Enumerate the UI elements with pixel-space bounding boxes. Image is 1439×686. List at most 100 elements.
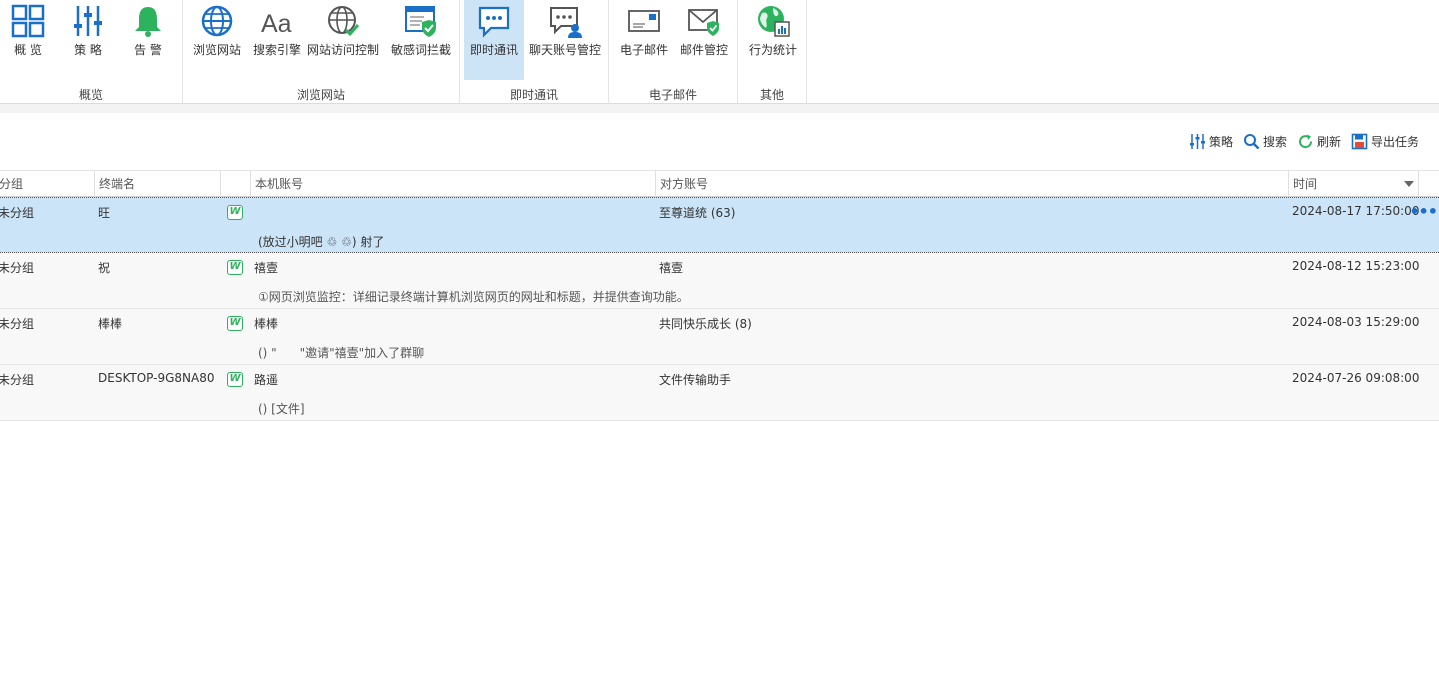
- ribbon-group-label: 浏览网站: [296, 88, 345, 102]
- behavior-statistics-label: 行为统计: [748, 43, 797, 57]
- toolbar-policy-label: 策略: [1208, 134, 1233, 149]
- alert-label: 告 警: [134, 43, 162, 57]
- globe-icon: [201, 5, 233, 37]
- toolbar-search-button[interactable]: 搜索: [1243, 130, 1287, 152]
- ribbon-group-im: 即时通讯 聊天账号管控 即时通讯: [460, 0, 609, 104]
- browse-websites-label: 浏览网站: [192, 43, 241, 57]
- policy-label: 策 略: [74, 43, 102, 57]
- toolbar-policy-button[interactable]: 策略: [1189, 130, 1233, 152]
- row-peer-account: 文件传输助手: [659, 373, 732, 387]
- row-time: 2024-08-12 15:23:00: [1292, 259, 1420, 273]
- chat-bubble-icon: [478, 6, 510, 38]
- table-row[interactable]: 未分组 祝 W 禧壹 禧壹 2024-08-12 15:23:00 ①网页浏览监…: [0, 253, 1439, 309]
- browser-shield-icon: [405, 6, 436, 37]
- policy-button[interactable]: 策 略: [66, 0, 110, 80]
- chat-account-control-button[interactable]: 聊天账号管控: [529, 0, 601, 80]
- svg-text:Aa: Aa: [261, 10, 292, 38]
- refresh-icon: [1298, 134, 1312, 148]
- wechat-work-icon: W: [227, 316, 243, 331]
- row-message: (放过小明吧 ♲ ♲) 射了: [258, 235, 385, 249]
- toolbar-refresh-button[interactable]: 刷新: [1297, 130, 1341, 152]
- alert-button[interactable]: 告 警: [126, 0, 170, 80]
- grid-icon: [11, 4, 45, 38]
- row-terminal: 旺: [98, 206, 111, 220]
- ribbon-group-label: 概览: [78, 88, 103, 102]
- row-peer-account: 禧壹: [659, 261, 684, 275]
- row-peer-account: 至尊道统 (63): [659, 206, 736, 220]
- row-time: 2024-07-26 09:08:00: [1292, 371, 1420, 385]
- ribbon-group-overview: 概 览 策 略 告 警 概览: [0, 0, 183, 104]
- column-header-group[interactable]: 分组: [0, 171, 94, 197]
- row-local-account: 棒棒: [254, 317, 279, 331]
- search-engine-label: 搜索引擎: [252, 43, 301, 57]
- instant-messaging-button[interactable]: 即时通讯: [464, 0, 524, 80]
- overview-button[interactable]: 概 览: [6, 0, 50, 80]
- column-header-peer-account[interactable]: 对方账号: [655, 171, 1288, 197]
- envelope-icon: [628, 10, 660, 32]
- sliders-icon: [74, 6, 102, 36]
- font-aa-icon: Aa: [261, 10, 292, 38]
- toolbar-search-label: 搜索: [1262, 134, 1287, 149]
- column-header-time[interactable]: 时间: [1288, 171, 1418, 197]
- column-header-app[interactable]: [220, 171, 250, 197]
- row-terminal: 棒棒: [98, 317, 123, 331]
- column-header-time-label: 时间: [1293, 177, 1318, 191]
- ribbon-group-email: 电子邮件 邮件管控 电子邮件: [609, 0, 738, 104]
- wechat-work-icon: W: [227, 372, 243, 387]
- globe-stats-icon: [758, 6, 790, 37]
- table-row[interactable]: 未分组 旺 W 至尊道统 (63) 2024-08-17 17:50:00 ••…: [0, 197, 1439, 253]
- row-message: () " "邀请"禧壹"加入了群聊: [258, 346, 425, 360]
- bell-icon: [135, 7, 161, 37]
- row-message: () [文件]: [258, 402, 305, 416]
- website-access-control-button[interactable]: 网站访问控制: [307, 0, 379, 80]
- ribbon-separator: [0, 104, 1439, 113]
- instant-messaging-label: 即时通讯: [469, 43, 518, 57]
- ribbon-group-browsing: 浏览网站 Aa 搜索引擎 网站访问控制 敏感词拦截 浏览网站: [183, 0, 460, 104]
- row-time: 2024-08-17 17:50:00: [1292, 204, 1420, 218]
- table-header: 分组 终端名 本机账号 对方账号 时间: [0, 170, 1439, 197]
- row-group: 未分组: [0, 317, 35, 331]
- row-local-account: 路遥: [254, 373, 279, 387]
- row-terminal: DESKTOP-9G8NA80: [98, 371, 215, 385]
- column-header-terminal[interactable]: 终端名: [94, 171, 220, 197]
- sliders-icon: [1189, 133, 1205, 149]
- ribbon-group-label: 其他: [759, 88, 784, 102]
- table-row[interactable]: 未分组 DESKTOP-9G8NA80 W 路遥 文件传输助手 2024-07-…: [0, 365, 1439, 421]
- email-control-button[interactable]: 邮件管控: [679, 0, 729, 80]
- envelope-shield-icon: [688, 9, 719, 36]
- website-access-control-label: 网站访问控制: [307, 43, 380, 57]
- toolbar-export-button[interactable]: 导出任务: [1351, 130, 1419, 152]
- wechat-work-icon: W: [227, 205, 243, 220]
- row-group: 未分组: [0, 373, 35, 387]
- chat-user-icon: [550, 7, 582, 38]
- browse-websites-button[interactable]: 浏览网站: [193, 0, 241, 80]
- toolbar-refresh-label: 刷新: [1316, 134, 1341, 149]
- chat-account-control-label: 聊天账号管控: [528, 43, 601, 57]
- row-message: ①网页浏览监控：详细记录终端计算机浏览网页的网址和标题，并提供查询功能。: [258, 290, 689, 304]
- email-button[interactable]: 电子邮件: [619, 0, 669, 80]
- sort-descending-icon[interactable]: [1404, 181, 1414, 187]
- column-header-extra: [1418, 171, 1439, 197]
- more-options-icon[interactable]: •••: [1409, 204, 1438, 220]
- sensitive-word-block-label: 敏感词拦截: [390, 43, 451, 57]
- sensitive-word-block-button[interactable]: 敏感词拦截: [391, 0, 451, 80]
- row-group: 未分组: [0, 261, 35, 275]
- ribbon-group-label: 即时通讯: [509, 88, 558, 102]
- ribbon: 概 览 策 略 告 警 概览 浏览网站 Aa 搜索引擎 网站访问控制 敏感词拦截…: [0, 0, 1439, 104]
- row-peer-account: 共同快乐成长 (8): [659, 317, 752, 331]
- column-header-local-account[interactable]: 本机账号: [250, 171, 655, 197]
- overview-label: 概 览: [14, 43, 42, 57]
- behavior-statistics-button[interactable]: 行为统计: [748, 0, 798, 80]
- wechat-work-icon: W: [227, 260, 243, 275]
- row-group: 未分组: [0, 206, 35, 220]
- row-local-account: 禧壹: [254, 261, 279, 275]
- table-row[interactable]: 未分组 棒棒 W 棒棒 共同快乐成长 (8) 2024-08-03 15:29:…: [0, 309, 1439, 365]
- toolbar: 策略 搜索 刷新 导出任务: [1189, 130, 1419, 152]
- search-engine-button[interactable]: Aa 搜索引擎: [253, 0, 301, 80]
- toolbar-export-label: 导出任务: [1370, 134, 1419, 149]
- ribbon-group-other: 行为统计 其他: [738, 0, 807, 104]
- ribbon-group-label: 电子邮件: [648, 88, 697, 102]
- search-icon: [1243, 133, 1260, 149]
- row-terminal: 祝: [98, 261, 111, 275]
- email-control-label: 邮件管控: [679, 43, 728, 57]
